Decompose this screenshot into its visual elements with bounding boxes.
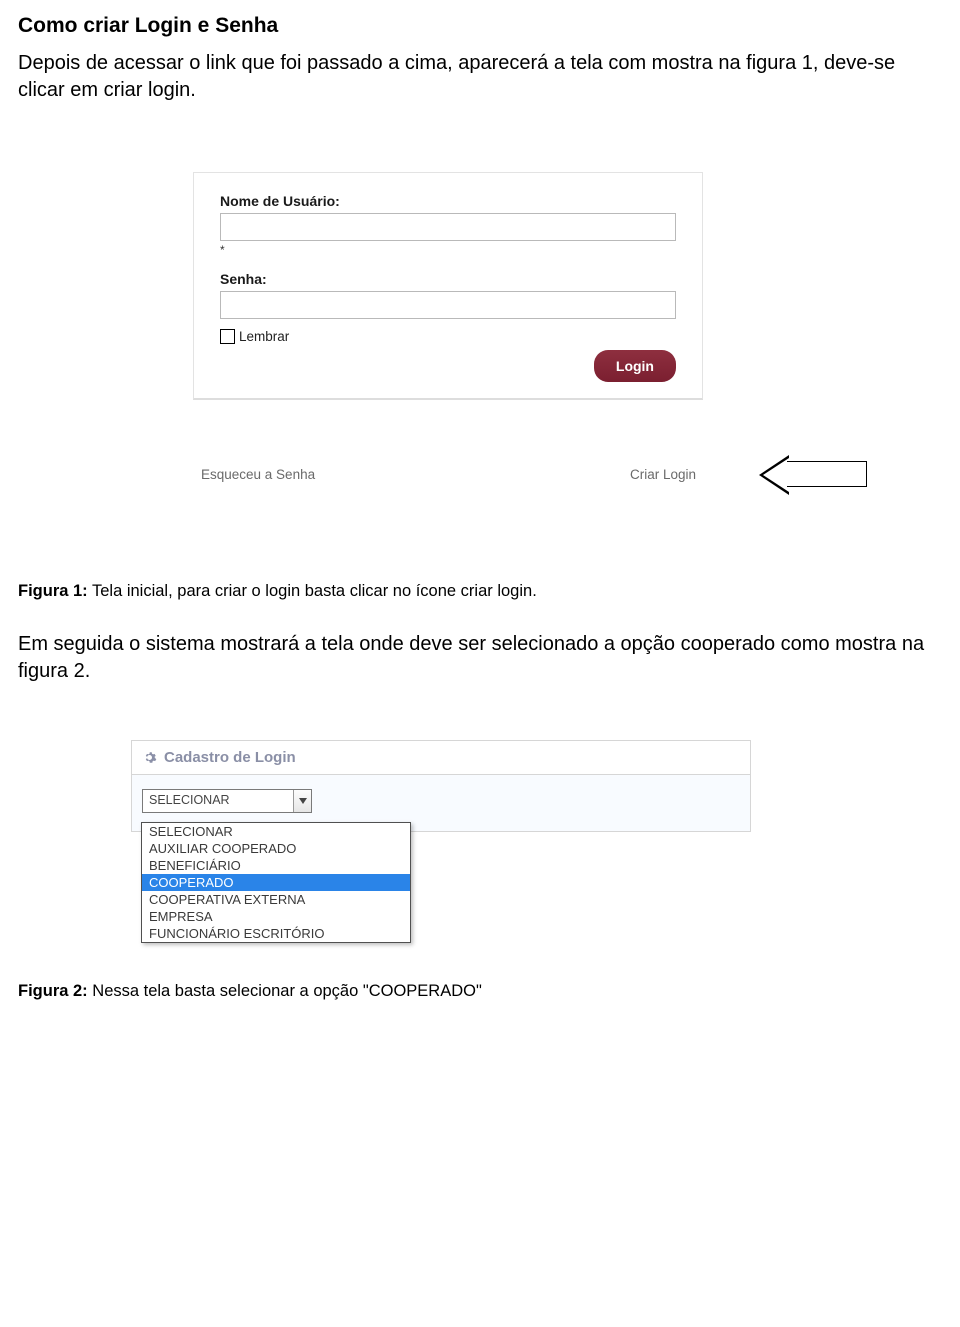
username-label: Nome de Usuário: — [220, 193, 676, 209]
figure-2-label: Figura 2: — [18, 982, 88, 1000]
figure-1-label: Figura 1: — [18, 582, 88, 600]
remember-row: Lembrar — [220, 329, 676, 344]
login-footer-links: Esqueceu a Senha Criar Login — [201, 467, 696, 482]
chevron-down-icon — [293, 790, 311, 812]
login-button[interactable]: Login — [594, 350, 676, 382]
option-cooperado[interactable]: COOPERADO — [142, 874, 410, 891]
password-input[interactable] — [220, 291, 676, 319]
figure-1-caption: Figura 1: Tela inicial, para criar o log… — [18, 582, 942, 601]
select-panel-header: Cadastro de Login — [131, 740, 751, 775]
gear-icon — [142, 750, 157, 765]
type-select-dropdown: SELECIONAR AUXILIAR COOPERADO BENEFICIÁR… — [141, 822, 411, 943]
login-card: Nome de Usuário: * Senha: Lembrar Login — [193, 172, 703, 400]
option-cooperativa-externa[interactable]: COOPERATIVA EXTERNA — [142, 891, 410, 908]
type-select-value: SELECIONAR — [149, 793, 230, 807]
username-input[interactable] — [220, 213, 676, 241]
figure-1-text: Tela inicial, para criar o login basta c… — [88, 582, 537, 600]
required-asterisk: * — [220, 243, 676, 257]
figure-2-text: Nessa tela basta selecionar a opção "COO… — [88, 982, 482, 1000]
remember-checkbox[interactable] — [220, 329, 235, 344]
option-selecionar[interactable]: SELECIONAR — [142, 823, 410, 840]
doc-paragraph-1: Depois de acessar o link que foi passado… — [18, 50, 942, 104]
option-funcionario-escritorio[interactable]: FUNCIONÁRIO ESCRITÓRIO — [142, 925, 410, 942]
type-select[interactable]: SELECIONAR — [142, 789, 312, 813]
login-panel: Nome de Usuário: * Senha: Lembrar Login … — [133, 122, 763, 552]
option-auxiliar-cooperado[interactable]: AUXILIAR COOPERADO — [142, 840, 410, 857]
select-panel-title: Cadastro de Login — [164, 749, 296, 766]
select-panel: Cadastro de Login SELECIONAR SELECIONAR … — [131, 740, 751, 832]
password-label: Senha: — [220, 271, 676, 287]
figure-2-caption: Figura 2: Nessa tela basta selecionar a … — [18, 982, 942, 1001]
remember-label: Lembrar — [239, 329, 289, 344]
forgot-password-link[interactable]: Esqueceu a Senha — [201, 467, 315, 482]
doc-title: Como criar Login e Senha — [18, 14, 942, 38]
doc-paragraph-2: Em seguida o sistema mostrará a tela ond… — [18, 631, 942, 685]
option-empresa[interactable]: EMPRESA — [142, 908, 410, 925]
option-beneficiario[interactable]: BENEFICIÁRIO — [142, 857, 410, 874]
create-login-link[interactable]: Criar Login — [630, 467, 696, 482]
